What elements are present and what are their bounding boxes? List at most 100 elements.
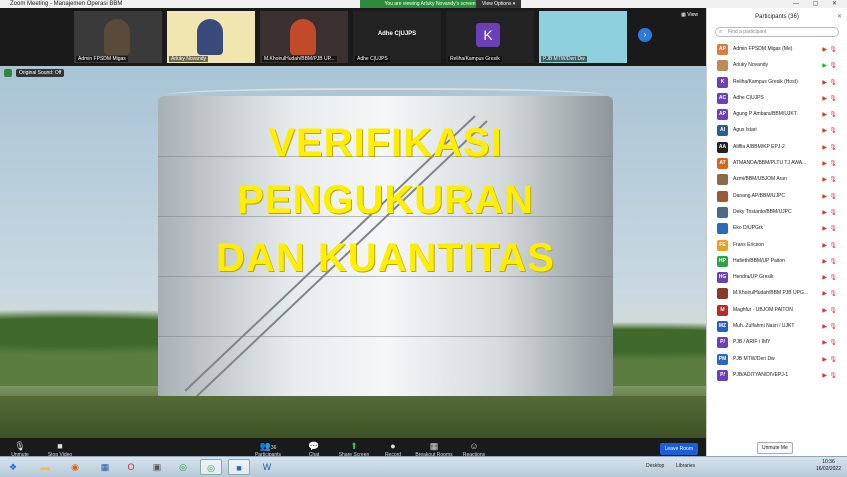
video-tile[interactable]: Admin FPSDM Migas: [74, 11, 162, 63]
avatar: [717, 60, 728, 72]
avatar: AI: [717, 125, 728, 137]
microphone-muted-icon: 🎙: [829, 144, 837, 151]
participant-name: PJB/ADITYAN/DIVEPJ-1: [733, 371, 789, 378]
reactions-icon: ☺: [469, 441, 479, 451]
avatar: PM: [717, 353, 728, 365]
avatar: K: [476, 23, 500, 47]
participant-row[interactable]: HG Hendra/UP Gresik ▶ 🎙: [707, 270, 847, 286]
microphone-muted-icon: 🎙: [829, 177, 837, 184]
participant-row[interactable]: AP Admin FPSDM Migas (Me) ▶ 🎙: [707, 42, 847, 58]
chrome-window-icon[interactable]: ◎: [200, 459, 222, 475]
view-options-button[interactable]: View Options ▾: [476, 0, 522, 8]
start-button-icon[interactable]: ❖: [2, 459, 24, 475]
participant-row[interactable]: AC Adhe C|UJPS ▶ 🎙: [707, 91, 847, 107]
participants-count: 36: [270, 445, 277, 451]
participant-row[interactable]: MZ Muh. Zulfahmi Nasri / UJKT ▶ 🎙: [707, 319, 847, 335]
video-off-icon: ▶: [822, 177, 827, 184]
microphone-muted-icon: 🎙: [829, 258, 837, 265]
camera-icon: ■: [57, 441, 63, 451]
desktop-toolbar[interactable]: Desktop: [646, 463, 664, 469]
video-off-icon: ▶: [822, 275, 827, 282]
avatar: [717, 288, 728, 300]
avatar: AT: [717, 158, 728, 170]
zoom-icon[interactable]: ■: [228, 459, 250, 475]
system-clock[interactable]: 10:36 16/02/2022: [816, 459, 841, 473]
participant-row[interactable]: Danang AP/BBM/UJPC ▶ 🎙: [707, 189, 847, 205]
participant-row[interactable]: Deky Tristanto/BBM/UJPC ▶ 🎙: [707, 205, 847, 221]
video-off-icon: ▶: [822, 209, 827, 216]
control-panel-icon[interactable]: ▦: [94, 459, 116, 475]
video-off-icon: ▶: [822, 226, 827, 233]
participant-name: ATMANDA/BBM/PLTU TJ AWA...: [733, 160, 807, 167]
microphone-muted-icon: 🎙: [829, 112, 837, 119]
meeting-area: Admin FPSDM Migas Arluky Novandy M.Khoir…: [0, 8, 706, 464]
tools-icon[interactable]: ▣: [146, 459, 168, 475]
avatar: [717, 206, 728, 218]
video-tile[interactable]: M.KhoirulHudah/BBM/PJB UP...: [260, 11, 348, 63]
participant-row[interactable]: Azmi/BBM/UBJOM Arun ▶ 🎙: [707, 172, 847, 188]
participant-row[interactable]: AT ATMANDA/BBM/PLTU TJ AWA... ▶ 🎙: [707, 156, 847, 172]
participant-row[interactable]: AP Agung P Ambara/BBM/UJKT ▶ 🎙: [707, 107, 847, 123]
participant-row[interactable]: HP Hafieth/BBM/UP Paiton ▶ 🎙: [707, 254, 847, 270]
participant-row[interactable]: K Reliha/Kampus Gresik (Host) ▶ 🎙: [707, 75, 847, 91]
panel-title: Participants (36): [755, 14, 799, 20]
video-off-icon: ▶: [822, 291, 827, 298]
participant-row[interactable]: P/PJB/ADITYAN/DIVEPJ-1 ▶ 🎙: [707, 368, 847, 384]
unmute-me-button[interactable]: Unmute Me: [757, 442, 793, 454]
participant-row[interactable]: P/PJB / ARIF / IMY ▶ 🎙: [707, 335, 847, 351]
video-tile[interactable]: K Reliha/Kampus Gresik: [446, 11, 534, 63]
video-off-icon: ▶: [822, 372, 827, 379]
microphone-muted-icon: 🎙: [829, 209, 837, 216]
participant-row[interactable]: AA Aliffia A/BBM/KP EPJ-2 ▶ 🎙: [707, 140, 847, 156]
video-tile[interactable]: Adhe C|UJPS Adhe C|UJPS: [353, 11, 441, 63]
video-tile[interactable]: PJB MTW/Deri Dw: [539, 11, 627, 63]
libraries-toolbar[interactable]: Libraries: [676, 463, 695, 469]
avatar: K: [717, 76, 728, 88]
view-button[interactable]: ▦ View: [681, 12, 698, 18]
avatar: AP: [717, 109, 728, 121]
participant-video: [197, 19, 223, 55]
record-icon: ●: [390, 441, 396, 451]
video-off-icon: ▶: [822, 193, 827, 200]
video-off-icon: ▶: [822, 242, 827, 249]
microphone-muted-icon: 🎙: [829, 291, 837, 298]
avatar: [717, 223, 728, 235]
video-off-icon: ▶: [822, 144, 827, 151]
participant-name: Muh. Zulfahmi Nasri / UJKT: [733, 323, 795, 330]
clock-date: 16/02/2022: [815, 466, 841, 472]
avatar: AC: [717, 92, 728, 104]
original-sound-button[interactable]: Original Sound: Off: [16, 69, 65, 77]
tile-name: Adhe C|UJPS: [355, 56, 390, 62]
microphone-muted-icon: 🎙: [829, 128, 837, 135]
background-ground: [0, 396, 706, 438]
participants-panel: Participants (36) ✕ ⌕ Find a participant…: [706, 8, 847, 456]
participant-search-input[interactable]: ⌕ Find a participant: [715, 27, 839, 37]
file-explorer-icon[interactable]: ▬: [34, 459, 56, 475]
word-icon[interactable]: W: [256, 459, 278, 475]
next-page-icon[interactable]: ›: [638, 28, 652, 42]
video-off-icon: ▶: [822, 356, 827, 363]
tile-name: M.KhoirulHudah/BBM/PJB UP...: [262, 56, 337, 62]
search-placeholder: Find a participant: [728, 29, 767, 35]
tile-name: Admin FPSDM Migas: [76, 56, 128, 62]
close-icon[interactable]: ✕: [837, 13, 842, 20]
video-tile[interactable]: Arluky Novandy: [167, 11, 255, 63]
participant-row[interactable]: AI Agus Istari ▶ 🎙: [707, 123, 847, 139]
microphone-muted-icon: 🎙: [829, 324, 837, 331]
firefox-icon[interactable]: ◉: [64, 459, 86, 475]
leave-room-button[interactable]: Leave Room: [659, 443, 698, 455]
participant-name: Aliffia A/BBM/KP EPJ-2: [733, 143, 785, 150]
participant-row[interactable]: M Maghfur - UBJOM PAITON ▶ 🎙: [707, 303, 847, 319]
participant-row[interactable]: Arluky Novandy ▶ 🎙: [707, 58, 847, 74]
participant-row[interactable]: FE Frans Ericson ▶ 🎙: [707, 238, 847, 254]
participant-row[interactable]: M.KhoirulHudah/BBM PJB UPG... ▶ 🎙: [707, 286, 847, 302]
video-off-icon: ▶: [822, 340, 827, 347]
participant-row[interactable]: PM PJB MTW/Deri Dw ▶ 🎙: [707, 352, 847, 368]
window-controls[interactable]: — ▢ ✕: [793, 0, 843, 8]
opera-icon[interactable]: O: [120, 459, 142, 475]
avatar: P/: [717, 337, 728, 349]
participant-name: Agung P Ambara/BBM/UJKT: [733, 111, 797, 118]
chrome-icon[interactable]: ◎: [172, 459, 194, 475]
participant-row[interactable]: Eko D/UPGrk ▶ 🎙: [707, 221, 847, 237]
avatar: MZ: [717, 321, 728, 333]
